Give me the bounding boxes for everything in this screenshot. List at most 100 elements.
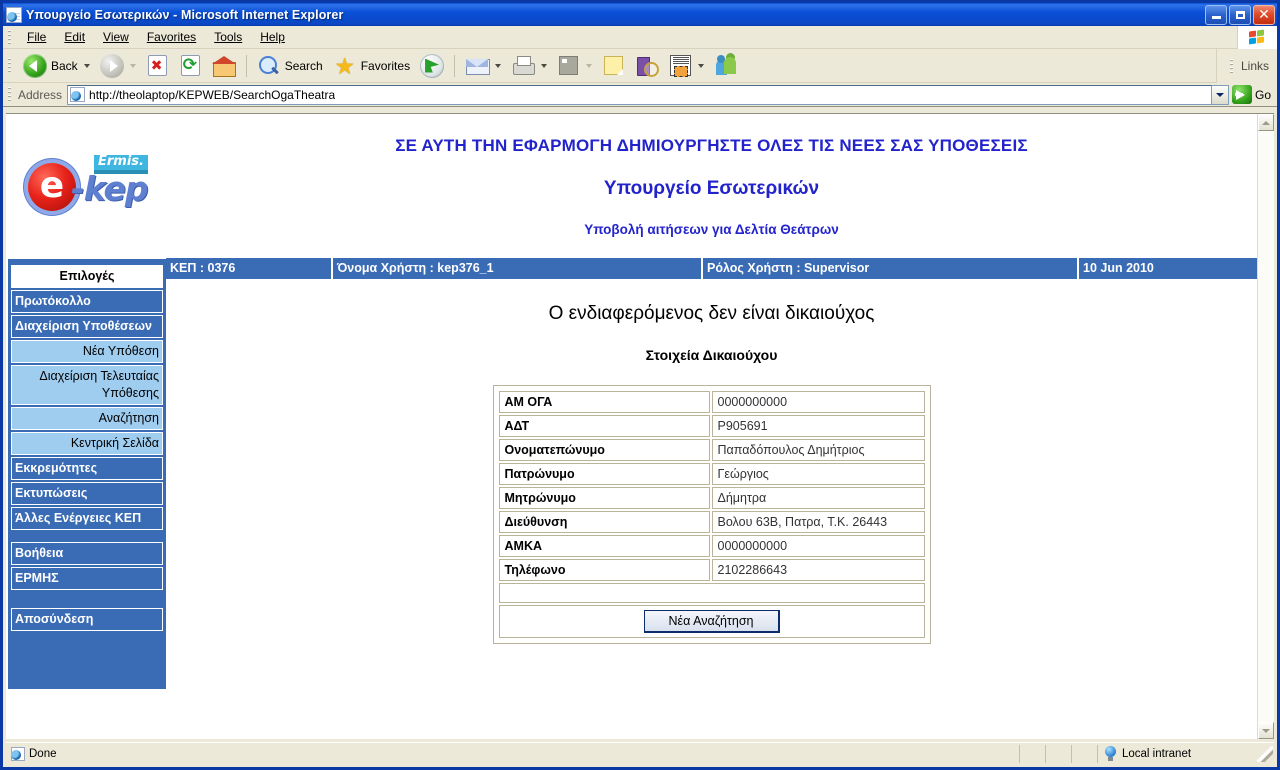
info-date: 10 Jun 2010 [1077,258,1257,279]
row-label-adt: ΑΔΤ [498,415,710,437]
minimize-button[interactable] [1205,5,1227,25]
search-button[interactable]: Search [252,52,328,80]
links-gripper-icon[interactable] [1227,57,1236,75]
security-zone[interactable]: Local intranet [1097,744,1257,763]
new-search-button[interactable]: Νέα Αναζήτηση [643,610,780,633]
print-dropdown-icon[interactable] [541,63,548,68]
back-dropdown-icon[interactable] [83,63,90,68]
sidebar-item-other-kep-actions[interactable]: Άλλες Ενέργειες ΚΕΠ [11,507,163,530]
capture-dropdown-icon[interactable] [698,63,705,68]
mail-icon [465,54,491,78]
row-label-phone: Τηλέφωνο [498,559,710,581]
address-gripper-icon[interactable] [6,86,14,103]
ekep-wordmark: -kep [71,168,148,208]
banner-ministry-title: Υπουργείο Εσωτερικών [603,178,820,199]
sidebar-item-protocol[interactable]: Πρωτόκολλο [11,290,163,313]
window-title: Υπουργείο Εσωτερικών - Microsoft Interne… [26,7,344,22]
sidebar-item-help[interactable]: Βοήθεια [11,542,163,565]
stop-button[interactable] [141,53,174,78]
sidebar-item-printouts[interactable]: Εκτυπώσεις [11,482,163,505]
sidebar-item-home-page[interactable]: Κεντρική Σελίδα [11,432,163,455]
menu-item-view[interactable]: View [94,28,138,46]
toolbar-gripper-icon[interactable] [6,57,14,74]
status-pane-1 [1019,744,1045,763]
menu-gripper-icon[interactable] [6,28,14,46]
blank-cell [498,583,925,603]
go-button[interactable]: Go [1229,85,1277,104]
vertical-scrollbar[interactable] [1257,114,1274,739]
sidebar-item-logout[interactable]: Αποσύνδεση [11,608,163,631]
table-row-blank [498,583,925,603]
forward-button[interactable] [95,52,141,80]
messenger-icon [714,52,738,78]
beneficiary-details-panel: ΑΜ ΟΓΑ 0000000000 ΑΔΤ Ρ905691 Ονοματεπών… [492,385,931,644]
menu-item-tools[interactable]: Tools [205,28,251,46]
toolbar-separator [245,54,247,77]
sidebar-item-new-case[interactable]: Νέα Υπόθεση [11,340,163,363]
scrollbar-track[interactable] [1258,131,1274,722]
restore-button[interactable] [1229,5,1251,25]
mail-button[interactable] [460,52,506,80]
research-button[interactable] [630,52,664,80]
screen-capture-button[interactable] [664,52,709,79]
local-intranet-icon [1103,746,1118,761]
sidebar-item-manage-last-case[interactable]: Διαχείριση Τελευταίας Υπόθεσης [11,365,163,405]
stop-icon [147,55,167,76]
page-favicon-icon [70,87,86,102]
messenger-button[interactable] [709,52,743,80]
address-label: Address [18,87,63,102]
home-button[interactable] [207,52,241,80]
windows-logo-icon [1237,26,1277,49]
notes-icon [604,56,624,75]
site-logo: -kep Ermis. [6,114,166,259]
notes-button[interactable] [597,52,630,79]
status-pane-3 [1071,744,1097,763]
status-message: Done [6,745,1019,763]
address-input[interactable]: http://theolaptop/KEPWEB/SearchOgaTheatr… [67,84,1212,105]
refresh-button[interactable] [174,53,207,78]
media-icon [420,53,445,78]
sidebar-item-search[interactable]: Αναζήτηση [11,407,163,430]
row-label-fullname: Ονοματεπώνυμο [498,439,710,461]
menu-item-favorites[interactable]: Favorites [138,28,205,46]
menu-item-file[interactable]: File [18,28,55,46]
sidebar-item-case-management[interactable]: Διαχείριση Υποθέσεων [11,315,163,338]
sidebar-item-pending[interactable]: Εκκρεμότητες [11,457,163,480]
scroll-up-button[interactable] [1258,114,1274,131]
screen-capture-icon [670,55,692,77]
favorites-button[interactable]: ★ Favorites [328,52,415,80]
media-button[interactable] [415,52,449,80]
status-pane-2 [1045,744,1071,763]
row-value-am-oga: 0000000000 [711,391,925,413]
row-value-phone: 2102286643 [711,559,925,581]
browser-toolbar: Back Search ★ Favorites [3,49,1277,83]
table-row: Πατρώνυμο Γεώργιος [498,463,925,485]
mail-dropdown-icon[interactable] [495,63,502,68]
table-row: Διεύθυνση Βολου 63Β, Πατρα, Τ.Κ. 26443 [498,511,925,533]
page-title: Ο ενδιαφερόμενος δεν είναι δικαιούχος [548,303,875,324]
main-column: ΣΕ ΑΥΤΗ ΤΗΝ ΕΦΑΡΜΟΓΗ ΔΗΜΙΟΥΡΓΗΣΤΕ ΟΛΕΣ Τ… [166,114,1257,739]
window-title-bar: Υπουργείο Εσωτερικών - Microsoft Interne… [0,0,1280,26]
session-info-bar: ΚΕΠ : 0376 Όνομα Χρήστη : kep376_1 Ρόλος… [166,258,1257,279]
close-button[interactable]: ✕ [1253,5,1275,25]
back-button[interactable]: Back [18,52,95,80]
links-toolbar-button[interactable]: Links [1215,49,1277,83]
forward-dropdown-icon [129,63,136,68]
menu-item-edit[interactable]: Edit [55,28,94,46]
scroll-down-button[interactable] [1258,722,1274,739]
row-label-am-oga: ΑΜ ΟΓΑ [498,391,710,413]
refresh-icon [180,55,200,76]
address-bar: Address http://theolaptop/KEPWEB/SearchO… [3,83,1277,107]
menu-item-help[interactable]: Help [251,28,294,46]
print-icon [511,54,536,78]
print-button[interactable] [506,52,552,80]
sidebar-item-ermis[interactable]: ΕΡΜΗΣ [11,567,163,590]
address-dropdown-button[interactable] [1211,84,1229,105]
row-value-mother-name: Δήμητρα [711,487,925,509]
edit-button[interactable] [552,52,597,79]
resize-grip[interactable] [1257,745,1273,762]
row-label-father-name: Πατρώνυμο [498,463,710,485]
table-row: Ονοματεπώνυμο Παπαδόπουλος Δημήτριος [498,439,925,461]
section-subtitle: Στοιχεία Δικαιούχου [645,347,778,363]
